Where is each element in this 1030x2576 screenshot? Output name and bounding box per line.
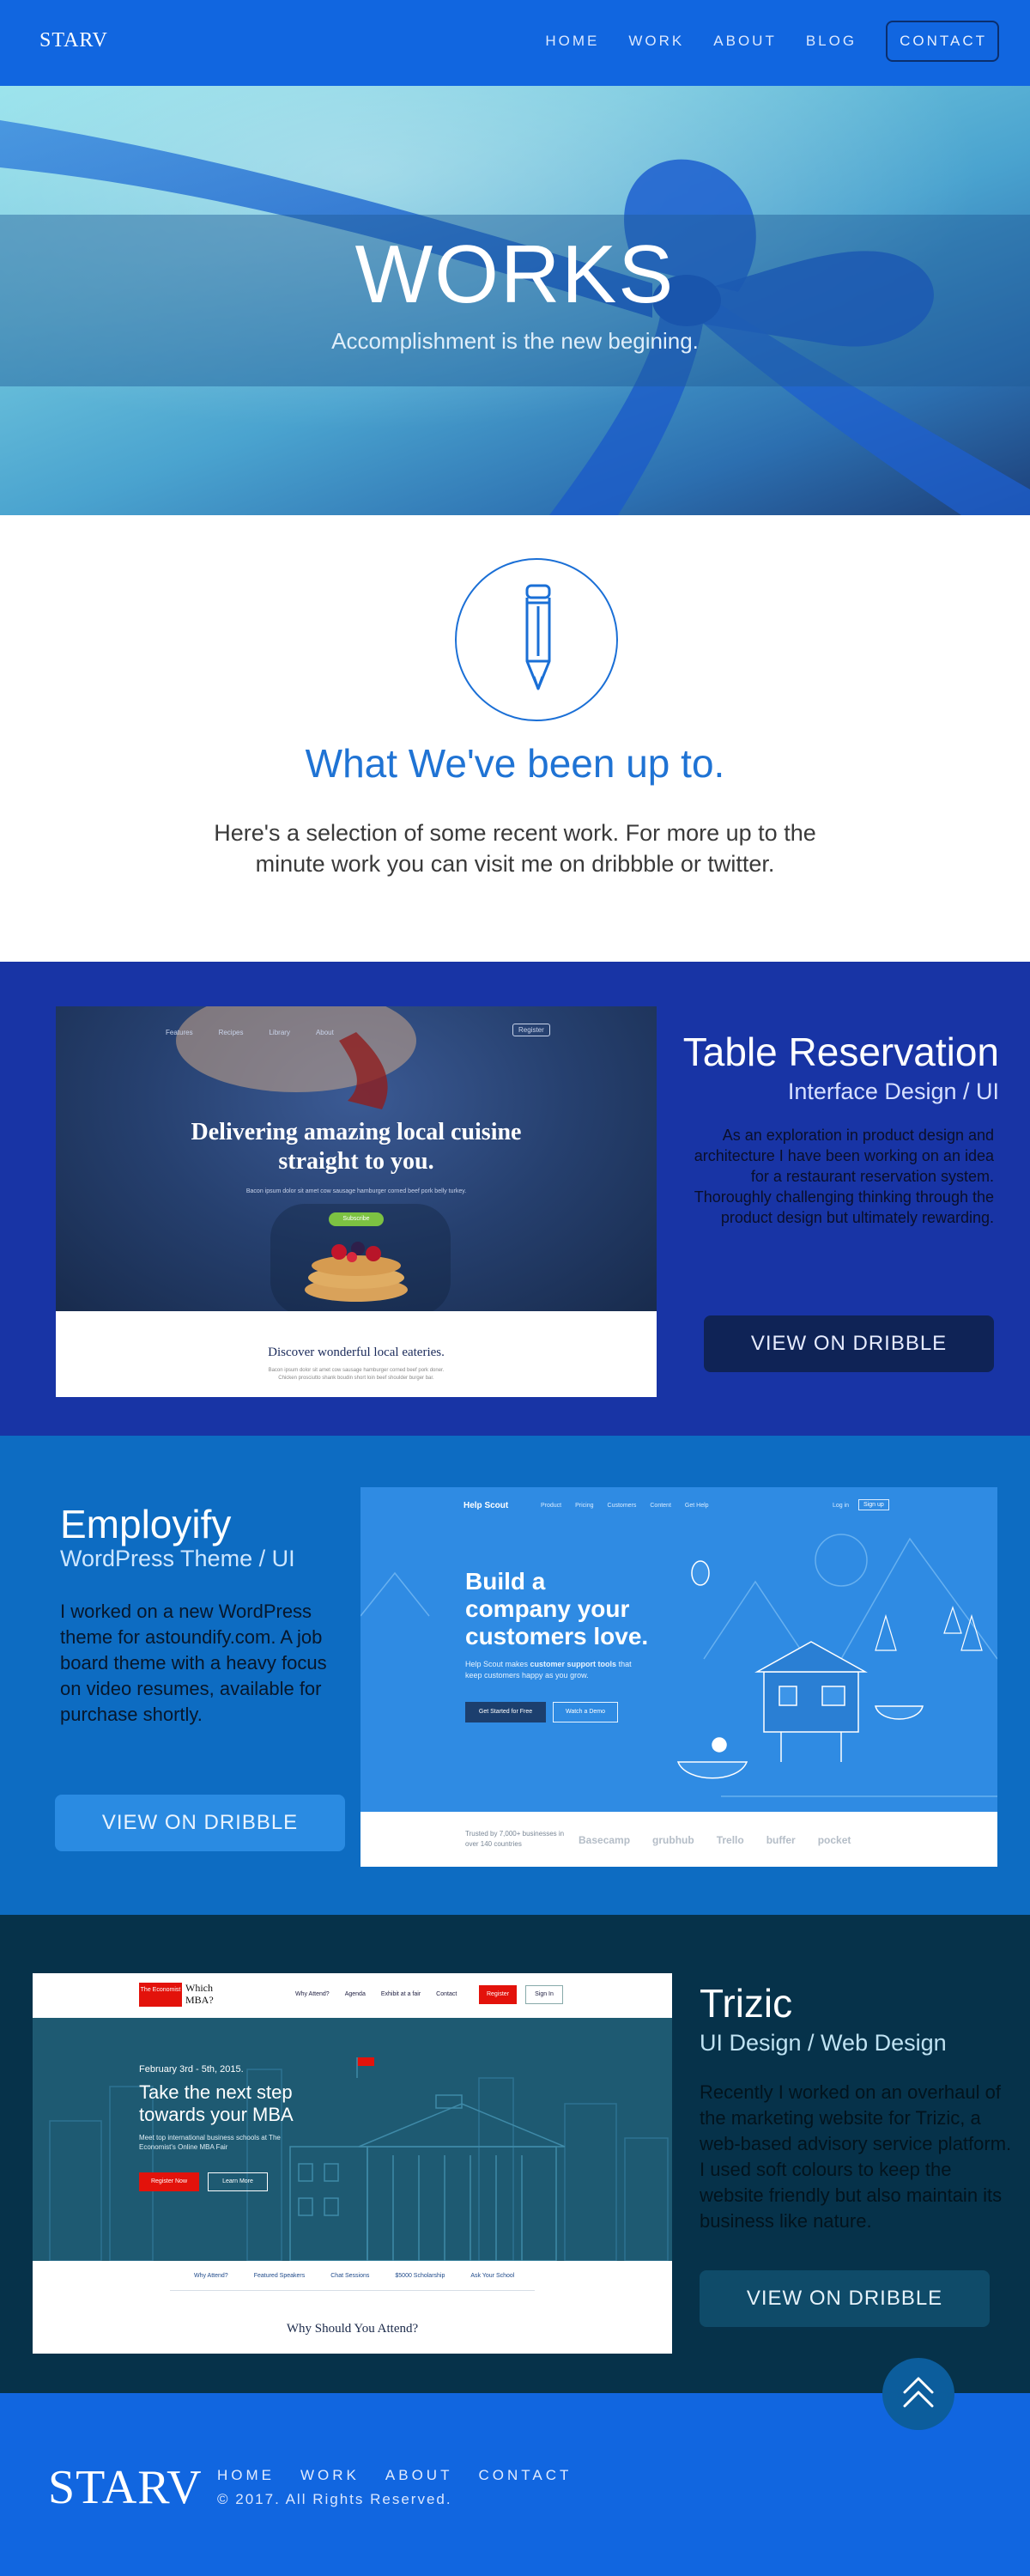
hero-subtitle: Accomplishment is the new begining. [331,328,699,354]
mini-nav-item: Library [269,1029,290,1036]
mini-watch-demo-button: Watch a Demo [553,1702,618,1722]
project-employify: Employify WordPress Theme / UI I worked … [0,1436,1030,1915]
project-description: As an exploration in product design and … [694,1127,994,1226]
footer-link-contact[interactable]: CONTACT [478,2467,572,2484]
mini-register-now-button: Register Now [139,2172,199,2191]
mini-hero-text: Bacon ipsum dolor sit amet cow sausage h… [245,1188,467,1194]
mini-section-title: Discover wonderful local eateries. [268,1346,445,1359]
project-description: Recently I worked on an overhaul of the … [700,2081,1012,2232]
mini-subnav-item: Ask Your School [470,2273,515,2279]
top-navbar: STARV HOME WORK ABOUT BLOG CONTACT [0,0,1030,86]
mini-nav-item: Exhibit at a fair [380,1991,421,1997]
mini-hero-title: Delivering amazing local cuisine straigh… [191,1119,522,1175]
mini-login-link: Log in [833,1503,850,1509]
footer: STARV HOME WORK ABOUT CONTACT © 2017. Al… [0,2393,1030,2576]
mini-trusted-text: Trusted by 7,000+ businesses in over 140… [465,1830,565,1848]
mini-nav-item: Product [541,1503,562,1509]
mini-hero-text: Meet top international business schools … [139,2134,281,2151]
mini-nav-item: Agenda [344,1991,366,1997]
mini-nav-item: Customers [607,1503,637,1509]
mini-header: The Economist Which MBA? Why Attend? Age… [33,1973,672,2018]
mini-hero-text: Help Scout makes customer support tools … [465,1660,632,1680]
helpscout-logo: Help Scout [464,1501,509,1510]
footer-link-work[interactable]: WORK [300,2467,360,2484]
project-title: Table Reservation [682,1030,999,1074]
nav-link-blog[interactable]: BLOG [806,33,857,50]
project-table-reservation: Features Recipes Library About Register … [0,962,1030,1436]
project-trizic: The Economist Which MBA? Why Attend? Age… [0,1915,1030,2393]
view-on-dribble-button[interactable]: VIEW ON DRIBBLE [700,2270,990,2327]
footer-link-home[interactable]: HOME [217,2467,275,2484]
restaurant-photo: Features Recipes Library About Register … [56,1006,657,1311]
nav-link-home[interactable]: HOME [545,33,599,50]
mini-partner-logo: Basecamp [579,1834,631,1846]
project-title: Employify [60,1502,232,1546]
mini-nav-item: Get Help [684,1503,709,1509]
hero-title: WORKS [354,228,676,320]
mini-partner-logo: Trello [716,1834,744,1846]
mini-hero: February 3rd - 5th, 2015. Take the next … [33,2018,672,2261]
project-subtitle: Interface Design / UI [787,1078,999,1104]
intro-title: What We've been up to. [305,741,725,786]
mini-divider [170,2290,535,2291]
mini-get-started-button: Get Started for Free [465,1702,546,1722]
mini-learn-more-button: Learn More [208,2172,268,2191]
nav-link-about[interactable]: ABOUT [713,33,777,50]
mini-nav-item: Features [166,1029,193,1036]
view-on-dribble-button[interactable]: VIEW ON DRIBBLE [55,1795,345,1851]
nav-link-work[interactable]: WORK [628,33,684,50]
mini-subnav-item: Why Attend? [194,2273,228,2279]
mini-economist-logo: The Economist [139,1983,182,2007]
footer-logo[interactable]: STARV [48,2460,203,2515]
site-logo[interactable]: STARV [39,29,108,52]
mini-hero-title: Build a company your customers love. [465,1568,649,1649]
project-subtitle: UI Design / Web Design [700,2030,947,2056]
mini-nav-item: Recipes [218,1029,244,1036]
mini-section-title: Why Should You Attend? [286,2322,419,2336]
double-chevron-up-icon [903,2377,934,2408]
mini-nav-item: Contact [436,1991,457,1997]
mini-register-button: Register [479,1985,517,2004]
mini-subnav-item: $5000 Scholarship [395,2273,445,2279]
mini-hero-title: Take the next step towards your MBA [139,2081,294,2125]
hero-banner: WORKS Accomplishment is the new begining… [0,86,1030,515]
mini-partner-logo: buffer [766,1834,796,1846]
project-description: I worked on a new WordPress theme for as… [60,1601,327,1725]
back-to-top-button[interactable] [882,2358,954,2430]
footer-nav: HOME WORK ABOUT CONTACT [217,2467,597,2484]
mini-subnav-item: Featured Speakers [253,2273,306,2279]
intro-section: What We've been up to. Here's a selectio… [0,515,1030,962]
project-screenshot-table-reservation[interactable]: Features Recipes Library About Register … [56,1006,657,1397]
mini-brand-text: Which MBA? [185,1982,214,2006]
helpscout-hero: Help Scout Product Pricing Customers Con… [360,1487,997,1812]
mini-nav-item: Pricing [575,1503,594,1509]
mini-nav-item: Content [650,1503,671,1509]
intro-text: Here's a selection of some recent work. … [214,820,816,877]
footer-copyright: © 2017. All Rights Reserved. [217,2491,452,2507]
mini-nav-item: About [315,1029,334,1036]
nav-contact-button[interactable]: CONTACT [886,21,999,62]
university-building-illustration [49,2057,669,2261]
mini-section-text: Bacon ipsum dolor sit amet cow sausage h… [268,1368,445,1381]
mini-partner-logo: grubhub [652,1834,694,1846]
view-on-dribble-button[interactable]: VIEW ON DRIBBLE [704,1315,994,1372]
project-title: Trizic [700,1981,793,2026]
mini-partner-logo: pocket [817,1834,851,1846]
mini-signin-button: Sign In [525,1985,563,2004]
mini-subscribe-button: Subscribe [329,1212,384,1226]
project-subtitle: WordPress Theme / UI [60,1546,295,1571]
mini-register-button: Register [512,1024,550,1036]
nav-menu: HOME WORK ABOUT BLOG CONTACT [516,21,999,62]
footer-link-about[interactable]: ABOUT [385,2467,453,2484]
helpscout-illustration [360,1534,997,1797]
project-screenshot-trizic[interactable]: The Economist Which MBA? Why Attend? Age… [33,1973,672,2354]
mini-event-date: February 3rd - 5th, 2015. [139,2064,244,2075]
mini-subnav-item: Chat Sessions [330,2273,370,2279]
project-screenshot-employify[interactable]: Help Scout Product Pricing Customers Con… [360,1487,997,1867]
pencil-icon [455,558,618,721]
mini-nav-item: Why Attend? [295,1991,330,1997]
mini-signup-button: Sign up [858,1499,889,1510]
